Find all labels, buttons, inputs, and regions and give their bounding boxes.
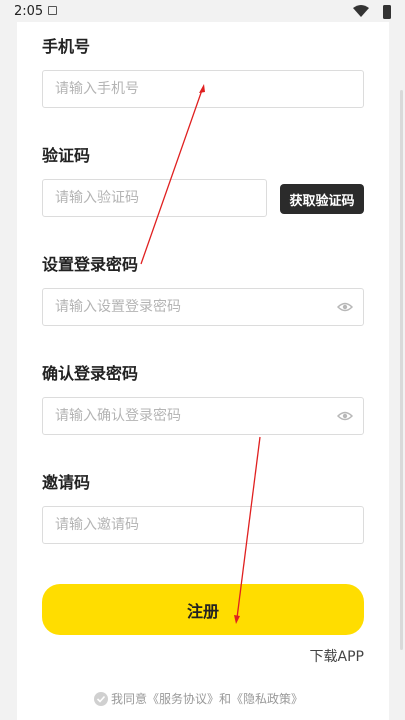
app-notification-icon: [48, 6, 57, 15]
phone-field[interactable]: [42, 70, 364, 108]
scrollbar[interactable]: [400, 90, 403, 650]
terms-link[interactable]: 《服务协议》: [147, 690, 219, 707]
status-time: 2:05: [14, 4, 44, 19]
wifi-icon: [353, 5, 369, 17]
privacy-link[interactable]: 《隐私政策》: [231, 690, 303, 707]
eye-icon[interactable]: [337, 409, 353, 423]
password-label: 设置登录密码: [42, 255, 139, 274]
phone-input[interactable]: [43, 71, 363, 107]
confirm-password-label: 确认登录密码: [42, 364, 139, 383]
agreement-conjunction: 和: [219, 692, 232, 706]
invite-code-input[interactable]: [43, 507, 363, 543]
download-app-link[interactable]: 下载APP: [310, 646, 364, 666]
status-bar: 2:05: [0, 0, 405, 24]
phone-label: 手机号: [42, 37, 91, 56]
agreement-row: 我同意 《服务协议》 和 《隐私政策》: [94, 690, 303, 707]
verification-code-input[interactable]: [43, 180, 266, 216]
password-input[interactable]: [43, 289, 363, 325]
check-circle-icon[interactable]: [94, 691, 108, 706]
eye-icon[interactable]: [337, 300, 353, 314]
battery-icon: [383, 5, 391, 19]
get-code-button[interactable]: 获取验证码: [280, 184, 364, 214]
confirm-password-field[interactable]: [42, 397, 364, 435]
status-icons: [353, 5, 391, 19]
verification-code-label: 验证码: [42, 146, 91, 165]
confirm-password-input[interactable]: [43, 398, 363, 434]
agreement-prefix: 我同意: [111, 692, 148, 706]
verification-code-field[interactable]: [42, 179, 267, 217]
password-field[interactable]: [42, 288, 364, 326]
invite-code-field[interactable]: [42, 506, 364, 544]
register-button[interactable]: 注册: [42, 584, 364, 635]
invite-code-label: 邀请码: [42, 473, 91, 492]
